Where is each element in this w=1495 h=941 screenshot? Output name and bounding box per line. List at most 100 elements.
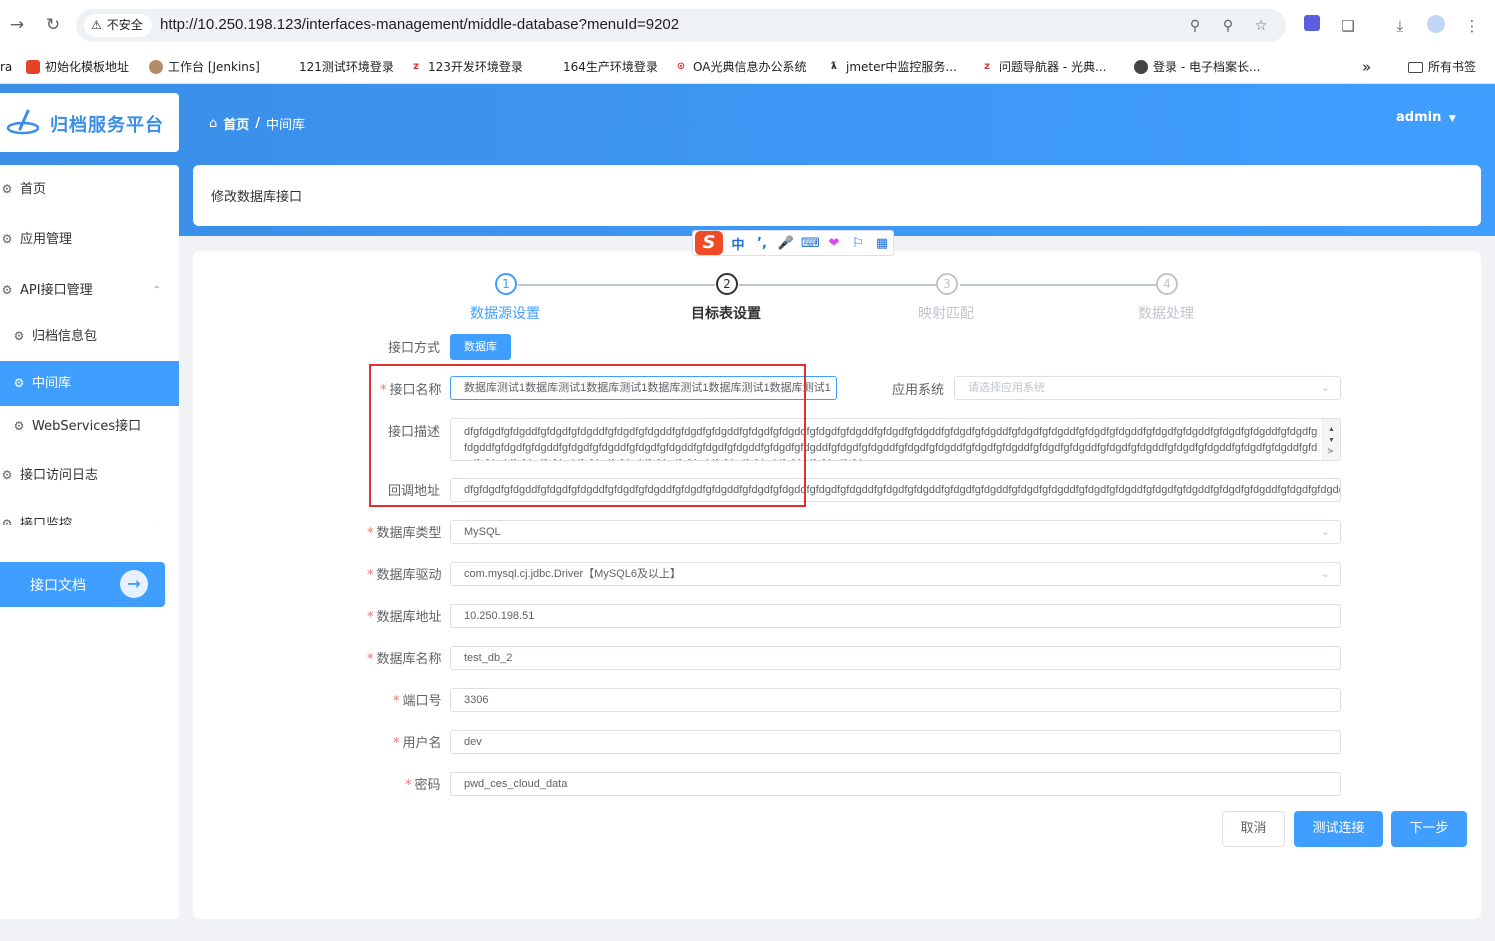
user-menu[interactable]: admin ▼ (1396, 110, 1456, 125)
bookmark-item[interactable]: 初始化模板地址 (26, 56, 129, 78)
interface-name-input[interactable]: 数据库测试1数据库测试1数据库测试1数据库测试1数据库测试1数据库测试1 (450, 376, 837, 400)
bookmark-item[interactable]: 工作台 [Jenkins] (149, 56, 260, 78)
more-bookmarks-button[interactable]: » (1362, 56, 1371, 78)
bookmark-item[interactable]: 164生产环境登录 (563, 56, 658, 78)
gear-icon: ⚙ (13, 419, 25, 433)
step-number: 3 (936, 273, 958, 295)
bookmark-item[interactable]: z 123开发环境登录 (409, 56, 523, 78)
bookmark-item[interactable]: ƛ jmeter中监控服务... (827, 56, 957, 78)
method-label: 接口方式 (388, 341, 441, 356)
app-system-label: 应用系统 (892, 383, 945, 398)
extension-badge-icon[interactable] (1301, 15, 1323, 37)
step-label: 映射匹配 (918, 306, 974, 322)
reload-icon[interactable]: ↻ (42, 14, 64, 36)
port-label: * 端口号 (393, 694, 442, 709)
step-number: 4 (1156, 273, 1178, 295)
keyboard-icon[interactable]: ⌨ (801, 236, 820, 251)
gamepad-icon[interactable]: ⚐ (849, 236, 867, 251)
star-icon[interactable]: ☆ (1252, 17, 1270, 35)
ime-toolbar[interactable]: S 中 ’, 🎤 ⌨ ❤ ⚐ ▦ (692, 230, 894, 256)
step-label: 目标表设置 (691, 306, 761, 322)
oa-logo-icon: ⊙ (674, 60, 688, 74)
api-doc-button[interactable]: 接口文档 → (0, 562, 165, 607)
bookmark-item[interactable]: ⊙ OA光典信息办公系统 (674, 56, 806, 78)
gear-icon: ⚙ (1, 182, 13, 196)
description-textarea[interactable]: dfgfdgdfgfdgddfgfdgdfgfdgddfgfdgdfgfdgdd… (450, 418, 1341, 461)
security-chip[interactable]: ⚠ 不安全 (84, 14, 152, 37)
db-driver-select[interactable]: com.mysql.cj.jdbc.Driver【MySQL6及以上】 ⌄ (450, 562, 1341, 586)
sidebar-item-access-log[interactable]: ⚙ 接口访问日志 (0, 453, 179, 498)
cancel-button[interactable]: 取消 (1222, 811, 1285, 847)
callback-url-input[interactable]: dfgfdgdfgfdgddfgfdgdfgfdgddfgfdgdfgfdgdd… (450, 478, 1341, 502)
caret-down-icon: ▼ (1448, 114, 1456, 124)
breadcrumb-separator: / (255, 116, 261, 131)
breadcrumb: ⌂ 首页 / 中间库 (209, 114, 305, 133)
forward-icon[interactable]: → (6, 14, 28, 36)
method-database-button[interactable]: 数据库 (450, 334, 511, 360)
bookmark-item[interactable]: 121测试环境登录 (299, 56, 394, 78)
grid-icon[interactable]: ▦ (873, 236, 891, 251)
home-icon: ⌂ (209, 116, 218, 131)
bookmarks-bar: ra 初始化模板地址 工作台 [Jenkins] 121测试环境登录 z 123开… (0, 50, 1495, 84)
bookmark-item[interactable]: ra (0, 56, 12, 78)
driver-label: * 数据库驱动 (367, 568, 442, 583)
gear-icon: ⚙ (1, 468, 13, 482)
bookmark-logo-icon: z (409, 60, 423, 74)
next-step-button[interactable]: 下一步 (1391, 811, 1467, 847)
page-title-card: 修改数据库接口 (193, 165, 1481, 226)
test-connection-button[interactable]: 测试连接 (1294, 811, 1383, 847)
bookmark-item[interactable]: 登录 - 电子档案长... (1134, 56, 1260, 78)
db-type-select[interactable]: MySQL ⌄ (450, 520, 1341, 544)
extensions-icon[interactable]: ❏ (1337, 15, 1359, 37)
chevron-down-icon: ⌄ (152, 519, 161, 525)
password-input[interactable]: pwd_ces_cloud_data (450, 772, 1341, 796)
zoom-icon[interactable]: ⚲ (1219, 17, 1237, 35)
sidebar-item-webservices[interactable]: ⚙ WebServices接口 (0, 404, 179, 449)
step-label: 数据源设置 (470, 306, 540, 322)
menu-kebab-icon[interactable]: ⋮ (1461, 15, 1483, 37)
profile-icon[interactable] (1425, 15, 1447, 37)
sidebar-item-monitoring[interactable]: ⚙ 接口监控 ⌄ (0, 502, 179, 525)
sidebar-item-archive-package[interactable]: ⚙ 归档信息包 (0, 314, 179, 359)
textarea-scrollbar[interactable]: ▲ ▼ ⋟ (1322, 419, 1340, 460)
app-system-select[interactable]: 请选择应用系统 ⌄ (954, 376, 1341, 400)
username-label: * 用户名 (393, 736, 442, 751)
skin-icon[interactable]: ❤ (825, 236, 843, 251)
password-key-icon[interactable]: ⚲ (1186, 17, 1204, 35)
download-icon[interactable]: ⤓ (1389, 15, 1411, 37)
logo-mark-icon (6, 109, 40, 135)
sidebar-item-app-management[interactable]: ⚙ 应用管理 (0, 217, 179, 262)
sidebar-item-middle-database[interactable]: ⚙ 中间库 (0, 361, 179, 406)
chevron-up-icon: ⌃ (152, 285, 161, 296)
bookmark-item[interactable]: z 问题导航器 - 光典... (980, 56, 1106, 78)
dbname-label: * 数据库名称 (367, 652, 442, 667)
port-input[interactable]: 3306 (450, 688, 1341, 712)
logo-text: 归档服务平台 (50, 115, 164, 136)
address-bar[interactable]: ⚠ 不安全 http://10.250.198.123/interfaces-m… (76, 9, 1286, 42)
callback-label: 回调地址 (388, 484, 441, 499)
logo[interactable]: 归档服务平台 (0, 93, 179, 152)
breadcrumb-home[interactable]: 首页 (223, 114, 249, 133)
step-label: 数据处理 (1138, 306, 1194, 322)
microphone-icon[interactable]: 🎤 (777, 236, 795, 251)
all-bookmarks-folder[interactable]: 所有书签 (1408, 56, 1476, 78)
resize-handle-icon[interactable]: ⋟ (1327, 443, 1334, 459)
dbaddr-label: * 数据库地址 (367, 610, 442, 625)
arrow-right-icon: → (120, 570, 148, 598)
db-address-input[interactable]: 10.250.198.51 (450, 604, 1341, 628)
bookmark-logo-icon: z (980, 60, 994, 74)
gear-icon: ⚙ (1, 232, 13, 246)
url-text[interactable]: http://10.250.198.123/interfaces-managem… (160, 16, 679, 33)
user-name: admin (1396, 110, 1442, 125)
username-input[interactable]: dev (450, 730, 1341, 754)
folder-icon (1408, 61, 1423, 73)
sidebar-item-home[interactable]: ⚙ 首页 (0, 167, 179, 212)
password-label: * 密码 (405, 778, 441, 793)
sidebar: ⚙ 首页 ⚙ 应用管理 ⚙ API接口管理 ⌃ ⚙ 归档信息包 ⚙ 中间库 ⚙ WebSer… (0, 165, 179, 919)
jenkins-icon (149, 60, 163, 74)
gear-icon: ⚙ (1, 517, 13, 525)
punctuation-icon[interactable]: ’, (753, 236, 771, 251)
ime-mode[interactable]: 中 (729, 234, 747, 253)
db-name-input[interactable]: test_db_2 (450, 646, 1341, 670)
sidebar-item-api-management[interactable]: ⚙ API接口管理 ⌃ (0, 268, 179, 313)
